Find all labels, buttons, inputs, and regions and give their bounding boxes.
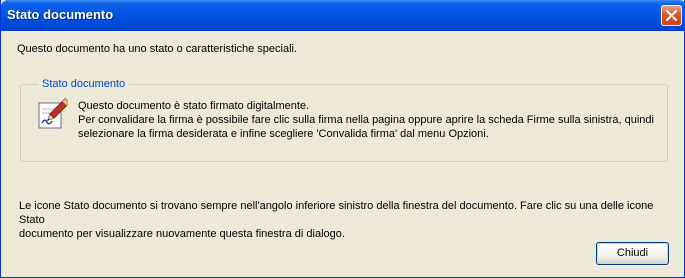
- status-line: Questo documento è stato firmato digital…: [78, 100, 310, 112]
- footer-line: Le icone Stato documento si trovano semp…: [19, 200, 654, 226]
- intro-text: Questo documento ha uno stato o caratter…: [17, 43, 298, 55]
- status-line: Per convalidare la firma è possibile far…: [78, 114, 654, 126]
- window-title: Stato documento: [7, 7, 114, 22]
- signature-pen-icon: [38, 98, 68, 129]
- close-window-button[interactable]: [661, 5, 682, 26]
- status-line: selezionare la firma desiderata e infine…: [78, 128, 489, 140]
- footer-text: Le icone Stato documento si trovano semp…: [19, 199, 669, 241]
- footer-line: documento per visualizzare nuovamente qu…: [19, 228, 345, 240]
- close-icon: [666, 10, 677, 21]
- close-button[interactable]: Chiudi: [596, 242, 669, 265]
- status-message: Questo documento è stato firmato digital…: [78, 99, 654, 141]
- groupbox-legend: Stato documento: [38, 77, 130, 91]
- dialog-window: Stato documento Questo documento ha uno …: [0, 0, 685, 278]
- title-bar[interactable]: Stato documento: [1, 0, 685, 31]
